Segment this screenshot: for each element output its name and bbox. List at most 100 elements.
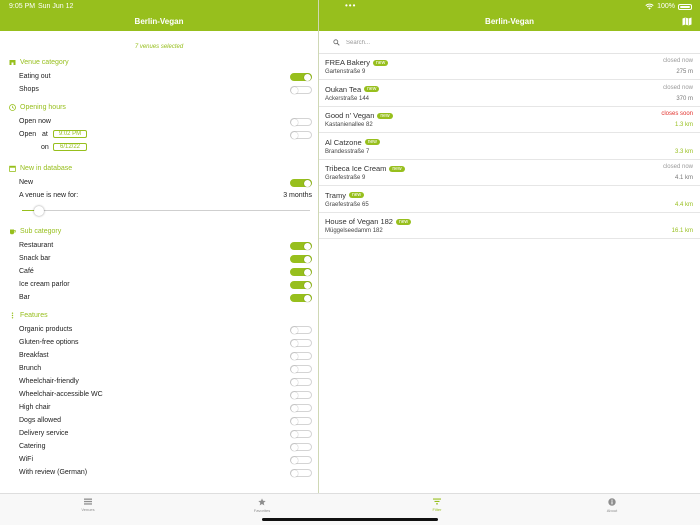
- venue-street: Ackerstraße 144: [325, 95, 370, 102]
- feature-dogs-allowed-toggle[interactable]: [290, 417, 312, 425]
- venues-selected-count: 7 venues selected: [134, 44, 184, 50]
- venue-street: Gartenstraße 9: [325, 69, 366, 75]
- filter-panel: 7 venues selected Venue category Eating …: [0, 31, 318, 493]
- venue-row[interactable]: Tramy new Graefestraße 65 4.4 km: [319, 187, 700, 213]
- tab-venues-label: Venues: [81, 507, 95, 512]
- venue-name-text: Al Catzone: [325, 137, 362, 147]
- map-icon[interactable]: [682, 17, 692, 26]
- venue-name: Tramy new: [325, 190, 365, 200]
- tab-venues[interactable]: Venues: [58, 498, 118, 512]
- eating-out-toggle[interactable]: [290, 73, 312, 81]
- section-sub-category-title: Sub category: [20, 228, 62, 235]
- venue-name: Al Catzone new: [325, 138, 380, 147]
- tab-about-label: About: [606, 508, 618, 513]
- new-badge: new: [348, 192, 365, 198]
- venue-name: Good n' Vegan new: [325, 111, 393, 120]
- section-venue-category-title: Venue category: [20, 59, 69, 66]
- new-duration-slider-knob[interactable]: [34, 206, 45, 216]
- open-at-toggle[interactable]: [290, 131, 312, 139]
- venue-row[interactable]: FREA Bakery new Gartenstraße 9 closed now 27…: [319, 54, 700, 80]
- new-badge: new: [377, 112, 393, 119]
- subcat-snack-bar-toggle[interactable]: [290, 255, 312, 263]
- section-venue-category: Venue category: [9, 59, 69, 66]
- feature-catering-toggle[interactable]: [290, 443, 312, 451]
- new-badge: new: [373, 59, 389, 66]
- venue-distance: 16.1 km: [671, 228, 693, 234]
- subcat-bar-toggle[interactable]: [290, 294, 312, 302]
- status-time: 9:05 PM: [9, 3, 36, 10]
- shops-label: Shops: [19, 86, 39, 93]
- feature-with-review-german-toggle[interactable]: [290, 469, 312, 477]
- feature-dogs-allowed-label: Dogs allowed: [19, 417, 62, 424]
- feature-wheelchair-accessible-wc-toggle[interactable]: [290, 391, 312, 399]
- feature-gluten-free-options-toggle[interactable]: [290, 339, 312, 347]
- venue-distance: 275 m: [676, 69, 693, 75]
- venue-row[interactable]: Good n' Vegan new Kastanienallee 82 closes …: [319, 107, 700, 133]
- feature-wheelchair-accessible-wc-label: Wheelchair-accessible WC: [19, 391, 103, 398]
- feature-organic-products-label: Organic products: [19, 326, 73, 333]
- on-label: on: [41, 144, 49, 151]
- tab-filter[interactable]: Filter: [407, 498, 467, 512]
- feature-wheelchair-friendly-label: Wheelchair-friendly: [19, 378, 79, 385]
- storefront-icon: [9, 59, 16, 66]
- clock-icon: [9, 104, 16, 111]
- venue-name: House of Vegan 182 new: [325, 217, 412, 226]
- venue-status: closed now: [662, 164, 693, 170]
- venue-distance: 4.4 km: [674, 201, 693, 208]
- home-indicator: [262, 518, 438, 521]
- feature-delivery-service-toggle[interactable]: [290, 430, 312, 438]
- section-opening-hours-title: Opening hours: [20, 104, 66, 111]
- venue-name-text: Tramy: [325, 190, 346, 200]
- open-now-toggle[interactable]: [290, 118, 312, 126]
- feature-delivery-service-label: Delivery service: [19, 430, 69, 437]
- feature-catering-label: Catering: [19, 443, 46, 450]
- new-toggle[interactable]: [290, 179, 312, 187]
- open-date-picker[interactable]: 6/12/22: [53, 143, 87, 151]
- venue-row[interactable]: Al Catzone new Brandesstraße 7 3.3 km: [319, 134, 700, 160]
- feature-breakfast-toggle[interactable]: [290, 352, 312, 360]
- feature-wifi-label: WiFi: [19, 456, 33, 463]
- search-input[interactable]: [346, 39, 646, 46]
- feature-organic-products-toggle[interactable]: [290, 326, 312, 334]
- shops-toggle[interactable]: [290, 86, 312, 94]
- new-duration-slider-track[interactable]: [22, 210, 310, 211]
- subcat-ice-cream-parlor-toggle[interactable]: [290, 281, 312, 289]
- tab-filter-label: Filter: [432, 507, 442, 512]
- venue-distance: 4.1 km: [674, 175, 693, 181]
- cup-icon: [9, 228, 16, 235]
- feature-high-chair-toggle[interactable]: [290, 404, 312, 412]
- venue-row[interactable]: Tribeca Ice Cream new Graefestraße 9 closed…: [319, 160, 700, 186]
- status-right: 100%: [645, 3, 692, 10]
- venue-name: FREA Bakery new: [325, 58, 389, 67]
- section-sub-category: Sub category: [9, 228, 61, 235]
- subcat-bar-label: Bar: [19, 294, 30, 301]
- new-badge: new: [395, 218, 412, 225]
- search-bar[interactable]: [325, 36, 693, 49]
- tab-favorites-label: Favorites: [253, 508, 271, 513]
- multitasking-dots-icon[interactable]: •••: [345, 1, 356, 10]
- tab-about[interactable]: About: [582, 498, 642, 513]
- section-new-in-database: New in database: [9, 165, 72, 172]
- top-bar: 9:05 PM Sun Jun 12 ••• 100% Berlin-Vegan…: [0, 0, 700, 31]
- open-time-picker[interactable]: 9:02 PM: [53, 130, 87, 138]
- star-icon: [258, 498, 266, 506]
- new-badge: new: [364, 86, 380, 92]
- new-label: New: [19, 179, 34, 186]
- subcat-caf-toggle[interactable]: [290, 268, 312, 276]
- feature-gluten-free-options-label: Gluten-free options: [19, 339, 79, 346]
- new-for-value: 3 months: [283, 192, 312, 199]
- tab-favorites[interactable]: Favorites: [232, 498, 292, 513]
- feature-brunch-toggle[interactable]: [290, 365, 312, 373]
- venue-status: closed now: [662, 58, 693, 64]
- subcat-restaurant-label: Restaurant: [19, 242, 54, 249]
- venue-row[interactable]: Oukan Tea new Ackerstraße 144 closed now 370…: [319, 81, 700, 107]
- feature-wifi-toggle[interactable]: [290, 456, 312, 464]
- at-label: at: [42, 131, 48, 138]
- venue-name: Oukan Tea new: [325, 85, 380, 94]
- subcat-restaurant-toggle[interactable]: [290, 242, 312, 250]
- venue-distance: 3.3 km: [674, 148, 693, 155]
- feature-wheelchair-friendly-toggle[interactable]: [290, 378, 312, 386]
- filter-icon: [433, 498, 441, 505]
- section-features: Features: [9, 312, 48, 319]
- venue-row[interactable]: House of Vegan 182 new Müggelseedamm 182 16…: [319, 213, 700, 239]
